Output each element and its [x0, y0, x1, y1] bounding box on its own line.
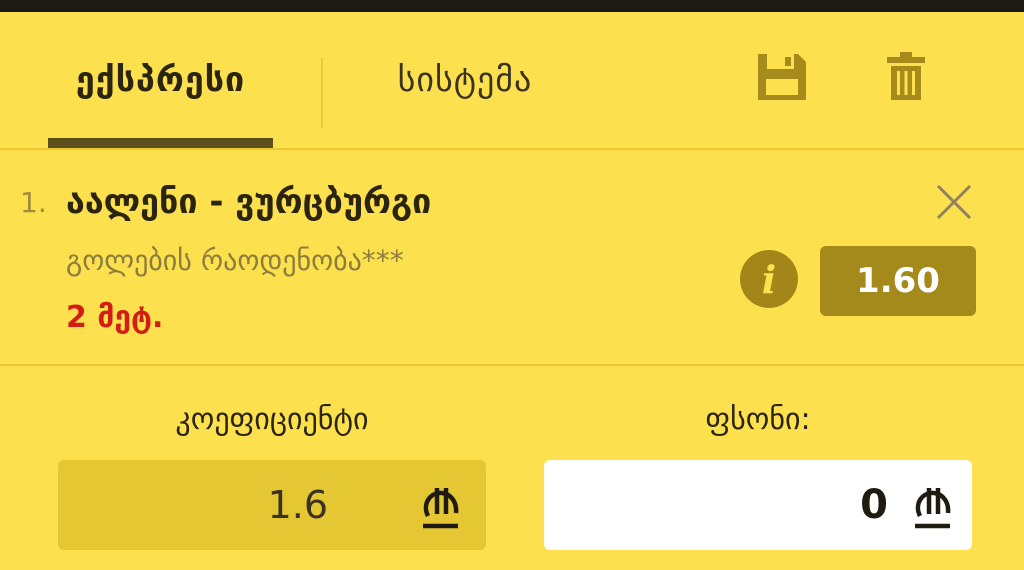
active-tab-indicator: [48, 138, 273, 148]
delete-all-button[interactable]: [886, 52, 926, 102]
betslip-tabs: ექსპრესი სისტემა: [0, 12, 1024, 148]
tab-express[interactable]: ექსპრესი: [48, 12, 273, 148]
trash-icon: [887, 52, 925, 100]
divider: [0, 148, 1024, 150]
status-bar: [0, 0, 1024, 12]
tab-divider: [321, 58, 323, 128]
bet-market: გოლების რაოდენობა***: [66, 244, 404, 277]
bet-event-title: აალენი - ვურცბურგი: [66, 182, 432, 222]
info-button[interactable]: i: [740, 250, 798, 308]
bet-number: 1.: [20, 186, 47, 219]
floppy-disk-icon: [758, 54, 806, 100]
lari-icon: [423, 488, 459, 529]
bet-odds-badge: 1.60: [820, 246, 976, 316]
close-icon: [936, 184, 972, 220]
stake-label: ფსონი:: [705, 402, 811, 437]
tab-system[interactable]: სისტემა: [345, 12, 585, 148]
coefficient-field: 1.6: [58, 460, 486, 550]
coefficient-value: 1.6: [267, 483, 328, 527]
save-button[interactable]: [756, 52, 808, 102]
lari-icon: [915, 488, 951, 529]
coefficient-label: კოეფიციენტი: [175, 402, 369, 437]
stake-value: 0: [860, 482, 888, 528]
info-icon: i: [761, 256, 777, 302]
divider: [0, 364, 1024, 366]
remove-bet-button[interactable]: [934, 182, 974, 222]
bet-match-time: 2 მეტ.: [66, 300, 164, 335]
stake-input[interactable]: 0: [544, 460, 972, 550]
